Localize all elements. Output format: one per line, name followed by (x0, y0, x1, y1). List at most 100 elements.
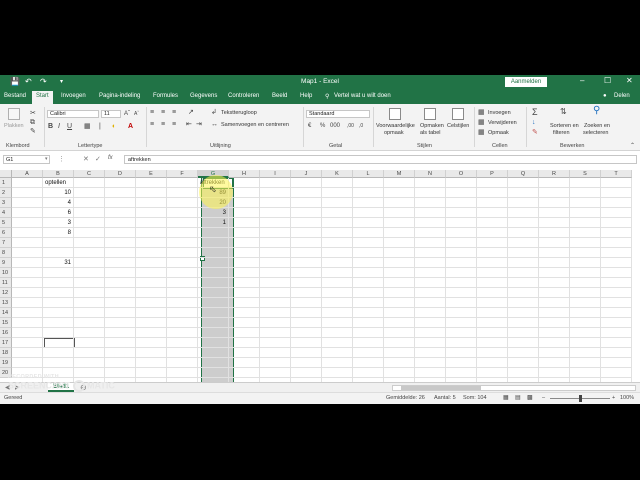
tab-help[interactable]: Help (300, 93, 312, 99)
conditional-formatting-button-line2[interactable]: opmaak (384, 130, 404, 136)
column-header-t[interactable]: T (601, 170, 632, 178)
cell-b6[interactable]: 8 (44, 228, 73, 238)
maximize-icon[interactable]: ☐ (604, 76, 611, 85)
column-header-f[interactable]: F (167, 170, 198, 178)
font-size-combo[interactable]: 11 (101, 110, 121, 118)
conditional-formatting-icon[interactable] (389, 108, 401, 120)
borders-icon[interactable]: ▦ (84, 123, 91, 131)
row-header-9[interactable]: 9 (0, 258, 12, 268)
column-header-o[interactable]: O (446, 170, 477, 178)
font-color-icon[interactable]: A (128, 123, 133, 131)
column-header-m[interactable]: M (384, 170, 415, 178)
percent-icon[interactable]: % (320, 122, 325, 130)
name-box[interactable]: G1 (3, 155, 50, 164)
select-all-corner[interactable] (0, 170, 12, 178)
currency-icon[interactable]: € (308, 122, 311, 130)
paste-icon[interactable] (8, 108, 20, 120)
fill-icon[interactable]: ↓ (532, 119, 536, 127)
tab-home[interactable]: Start (32, 91, 53, 104)
column-header-i[interactable]: I (260, 170, 291, 178)
decrease-decimal-icon[interactable]: ,0 (359, 122, 363, 130)
format-as-table-button-line2[interactable]: als tabel (420, 130, 441, 136)
cell-g5[interactable]: 1 (199, 218, 228, 228)
italic-icon[interactable]: I (58, 123, 60, 131)
tab-view[interactable]: Beeld (272, 93, 287, 99)
column-header-a[interactable]: A (12, 170, 43, 178)
insert-function-button[interactable]: fx (108, 155, 113, 161)
close-icon[interactable]: ✕ (626, 76, 633, 85)
delete-cells-button[interactable]: Verwijderen (488, 120, 517, 126)
row-header-13[interactable]: 13 (0, 298, 12, 308)
row-header-8[interactable]: 8 (0, 248, 12, 258)
increase-font-icon[interactable]: Aˆ (124, 110, 130, 118)
cell-b4[interactable]: 6 (44, 208, 73, 218)
align-left-icon[interactable]: ≡ (150, 121, 154, 129)
share-button[interactable]: Delen (614, 93, 630, 99)
format-cells-button[interactable]: Opmaak (488, 130, 509, 136)
collapse-ribbon-icon[interactable]: ⌃ (630, 142, 635, 150)
cell-styles-icon[interactable] (452, 108, 464, 120)
zoom-level[interactable]: 100% (620, 395, 634, 401)
increase-decimal-icon[interactable]: ,00 (347, 122, 354, 130)
row-header-18[interactable]: 18 (0, 348, 12, 358)
align-bottom-icon[interactable]: ≡ (172, 109, 176, 117)
column-header-e[interactable]: E (136, 170, 167, 178)
page-layout-view-icon[interactable]: ▤ (515, 394, 521, 401)
tab-data[interactable]: Gegevens (190, 93, 217, 99)
row-header-15[interactable]: 15 (0, 318, 12, 328)
column-header-k[interactable]: K (322, 170, 353, 178)
formula-input[interactable]: aftrekken (124, 155, 637, 164)
column-header-h[interactable]: H (229, 170, 260, 178)
number-format-combo[interactable]: Standaard (306, 110, 370, 118)
row-header-5[interactable]: 5 (0, 218, 12, 228)
merge-center-icon[interactable]: ↔ (211, 121, 218, 129)
delete-cells-icon[interactable]: ▦ (478, 119, 485, 127)
tab-insert[interactable]: Invoegen (61, 93, 86, 99)
name-box-dropdown-icon[interactable]: ▾ (45, 156, 48, 162)
find-select-button[interactable]: Zoeken en (584, 123, 610, 129)
row-header-6[interactable]: 6 (0, 228, 12, 238)
cell-b2[interactable]: 10 (44, 188, 73, 198)
tab-file[interactable]: Bestand (4, 93, 26, 99)
zoom-out-icon[interactable]: – (542, 395, 545, 401)
insert-cells-button[interactable]: Invoegen (488, 110, 511, 116)
cell-styles-button[interactable]: Celstijlen (447, 123, 469, 129)
row-header-19[interactable]: 19 (0, 358, 12, 368)
find-select-icon[interactable]: ⚲ (593, 106, 600, 116)
zoom-in-icon[interactable]: + (612, 395, 615, 401)
enter-formula-icon[interactable]: ✓ (95, 155, 101, 163)
wrap-text-icon[interactable]: ↲ (211, 109, 217, 117)
sort-filter-icon[interactable]: ⇅ (560, 108, 567, 116)
decrease-indent-icon[interactable]: ⇤ (186, 121, 192, 129)
tab-formulas[interactable]: Formules (153, 93, 178, 99)
row-header-16[interactable]: 16 (0, 328, 12, 338)
row-header-10[interactable]: 10 (0, 268, 12, 278)
column-header-n[interactable]: N (415, 170, 446, 178)
row-header-11[interactable]: 11 (0, 278, 12, 288)
decrease-font-icon[interactable]: Aˇ (134, 110, 139, 118)
cut-icon[interactable]: ✂ (30, 110, 36, 118)
paste-button[interactable]: Plakken (4, 123, 24, 129)
column-header-q[interactable]: Q (508, 170, 539, 178)
cell-b1[interactable]: optellen (44, 178, 73, 188)
insert-cells-icon[interactable]: ▦ (478, 109, 485, 117)
column-header-p[interactable]: P (477, 170, 508, 178)
copy-icon[interactable]: ⧉ (30, 119, 35, 127)
column-header-b[interactable]: B (43, 170, 74, 178)
column-header-s[interactable]: S (570, 170, 601, 178)
row-header-7[interactable]: 7 (0, 238, 12, 248)
row-header-3[interactable]: 3 (0, 198, 12, 208)
format-cells-icon[interactable]: ▦ (478, 129, 485, 137)
bold-icon[interactable]: B (48, 123, 53, 131)
align-middle-icon[interactable]: ≡ (161, 109, 165, 117)
tell-me-input[interactable]: Vertel wat u wilt doen (334, 93, 391, 99)
merge-center-button[interactable]: Samenvoegen en centreren (221, 122, 289, 128)
worksheet-grid[interactable]: A B C D E F G H I J K L M N O P Q R S T 1 2 3 4 5 6 7 8 9 10 11 12 13 14 1… (0, 170, 632, 382)
zoom-slider-thumb[interactable] (579, 395, 582, 402)
cancel-formula-icon[interactable]: ✕ (83, 155, 89, 163)
sort-filter-button-line2[interactable]: filteren (553, 130, 570, 136)
comma-style-icon[interactable]: 000 (330, 122, 340, 130)
minimize-icon[interactable]: – (580, 76, 584, 85)
column-header-r[interactable]: R (539, 170, 570, 178)
cell-b3[interactable]: 4 (44, 198, 73, 208)
